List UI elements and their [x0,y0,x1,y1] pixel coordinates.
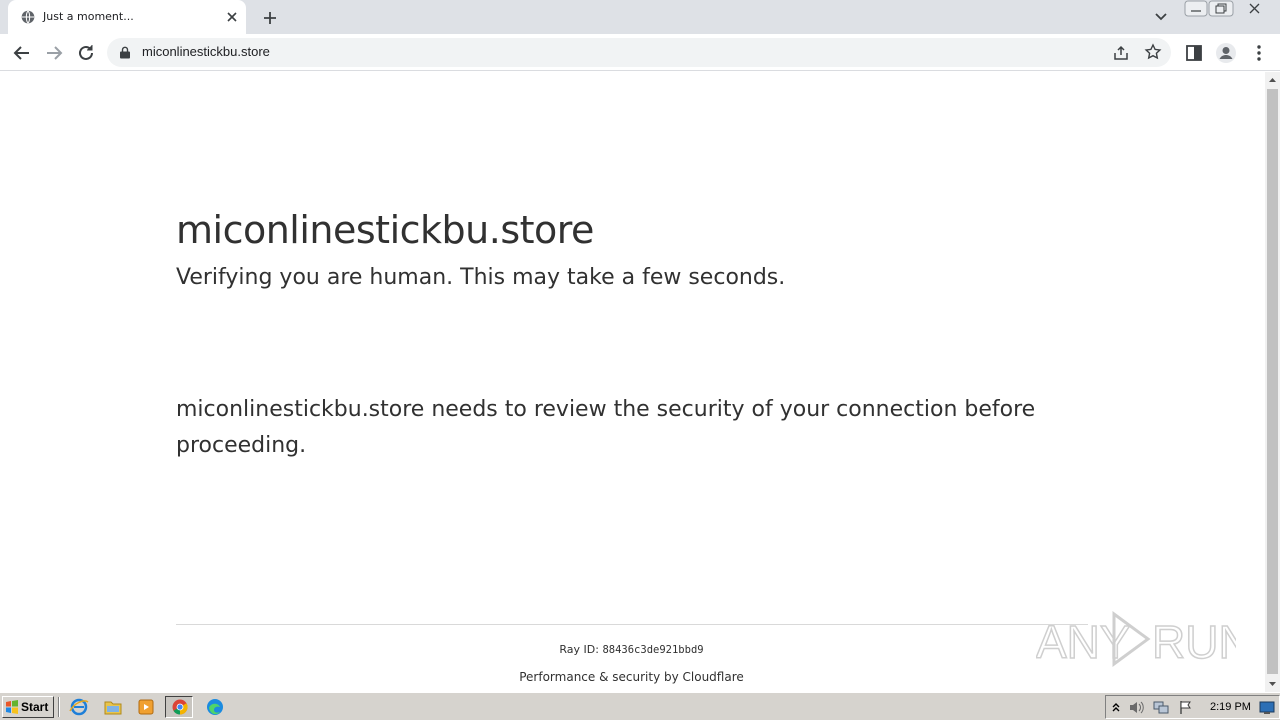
network-icon[interactable] [1152,700,1170,715]
edge-icon[interactable] [201,696,229,718]
svg-text:RUN: RUN [1152,616,1236,668]
globe-icon [21,10,35,24]
cloudflare-footer: Performance & security by Cloudflare [519,670,744,684]
close-window-button[interactable] [1238,0,1272,18]
footer-divider [176,624,1088,625]
restore-button[interactable] [1208,0,1234,18]
vertical-scrollbar[interactable] [1265,72,1280,692]
svg-text:ANY: ANY [1036,616,1131,668]
page-heading: miconlinestickbu.store [176,208,594,252]
show-hidden-icons-icon[interactable] [1110,700,1122,714]
chrome-taskbar-button[interactable] [165,696,193,718]
close-tab-icon[interactable] [224,9,240,25]
address-bar[interactable]: miconlinestickbu.store [107,38,1171,67]
minimize-button[interactable] [1184,0,1208,18]
tab-search-chevron-icon[interactable] [1152,9,1170,25]
new-tab-button[interactable] [260,8,280,28]
scroll-down-arrow-icon[interactable] [1265,676,1280,692]
volume-icon[interactable] [1128,700,1146,715]
start-label: Start [21,700,49,714]
media-player-icon[interactable] [132,696,160,718]
chrome-icon [172,699,188,715]
reload-icon[interactable] [74,41,98,65]
system-tray: 2:19 PM [1105,695,1280,719]
taskbar-clock[interactable]: 2:19 PM [1210,701,1251,713]
tab-title: Just a moment... [43,10,134,23]
menu-kebab-icon[interactable] [1247,41,1271,65]
show-desktop-icon[interactable] [1259,700,1275,715]
tab-active[interactable]: Just a moment... [8,0,246,34]
folder-icon[interactable] [99,696,127,718]
page-content: miconlinestickbu.store Verifying you are… [0,72,1265,692]
ray-id-value: 88436c3de921bbd9 [602,644,704,656]
action-center-flag-icon[interactable] [1178,700,1194,715]
side-panel-icon[interactable] [1182,41,1206,65]
profile-avatar-icon[interactable] [1214,41,1238,65]
lock-icon[interactable] [119,46,131,59]
taskbar-separator [58,697,60,717]
security-message: miconlinestickbu.store needs to review t… [176,397,1036,458]
url-text[interactable]: miconlinestickbu.store [142,44,270,59]
bookmark-star-icon[interactable] [1144,43,1162,61]
back-arrow-icon[interactable] [10,41,34,65]
scroll-up-arrow-icon[interactable] [1265,72,1280,88]
verification-status: Verifying you are human. This may take a… [176,265,786,290]
windows-logo-icon [6,700,18,714]
ie-icon[interactable] [65,696,93,718]
share-icon[interactable] [1112,44,1130,62]
start-button[interactable]: Start [2,696,54,718]
forward-arrow-icon[interactable] [42,41,66,65]
anyrun-watermark-logo: ANY RUN [1036,611,1236,669]
tab-strip: Just a moment... [0,0,1280,34]
ray-id-label: Ray ID: [559,643,599,656]
browser-toolbar: miconlinestickbu.store [0,34,1280,71]
scrollbar-thumb[interactable] [1267,89,1278,674]
windows-taskbar: Start 2:19 PM [0,692,1280,720]
